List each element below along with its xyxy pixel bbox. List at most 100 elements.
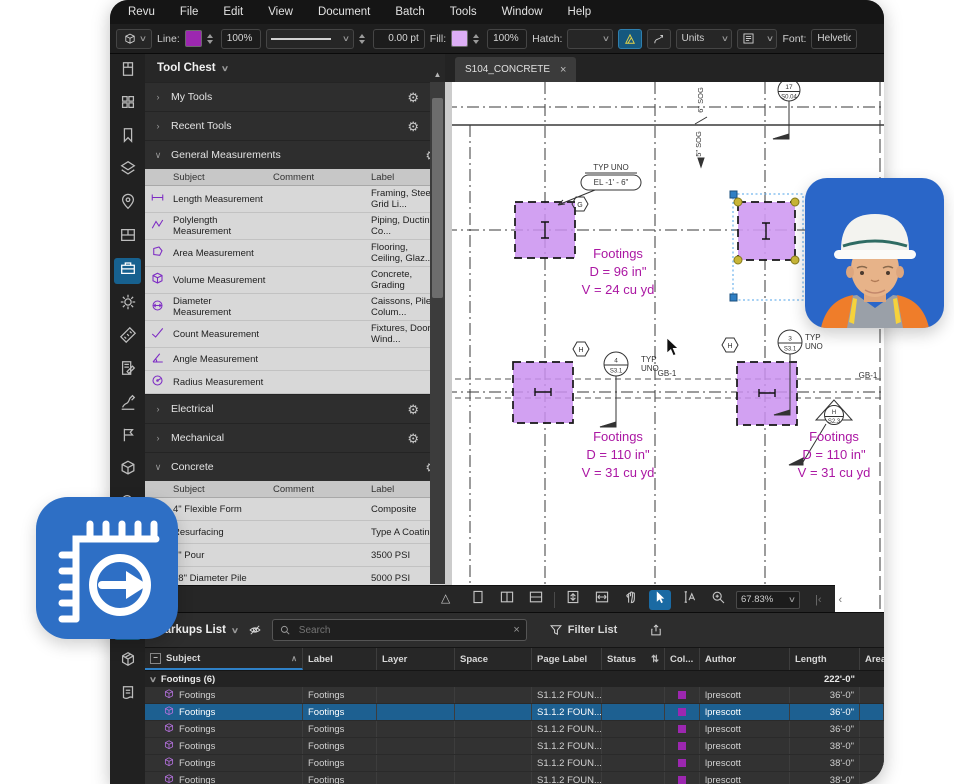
split-horizontal-button[interactable] xyxy=(525,590,547,610)
sidebar-item-bookmarks[interactable] xyxy=(114,125,141,151)
chevron-down-icon[interactable]: ∨ xyxy=(149,675,157,684)
tool-row[interactable]: 4" Flexible FormComposite xyxy=(145,498,445,521)
menu-window[interactable]: Window xyxy=(502,6,543,18)
search-input[interactable] xyxy=(297,624,508,637)
markup-row[interactable]: FootingsFootingsS1.1.2 FOUN...lprescott3… xyxy=(145,721,884,738)
filter-list-button[interactable]: Filter List xyxy=(549,623,618,637)
tool-row[interactable]: Volume MeasurementConcrete, Grading xyxy=(145,267,445,294)
menu-tools[interactable]: Tools xyxy=(450,6,477,18)
pan-hand-button[interactable] xyxy=(620,590,642,610)
tool-row[interactable]: 6" Pour3500 PSI xyxy=(145,544,445,567)
sidebar-item-3d-model[interactable] xyxy=(114,458,141,484)
stroke-width-stepper[interactable] xyxy=(359,34,368,44)
column-header-status[interactable]: Status⇅ xyxy=(602,648,665,670)
markup-row[interactable]: FootingsFootingsS1.1.2 FOUN...lprescott3… xyxy=(145,738,884,755)
gear-icon[interactable]: ⚙ xyxy=(407,91,419,104)
first-page-button[interactable]: |‹ xyxy=(815,594,822,606)
sidebar-item-3d-viewer[interactable] xyxy=(114,648,141,674)
menu-batch[interactable]: Batch xyxy=(395,6,424,18)
column-header-subject[interactable]: −Subject∧ xyxy=(145,648,303,670)
column-header-label[interactable]: Label xyxy=(303,648,377,670)
scroll-up-arrow[interactable]: ▲ xyxy=(430,68,445,82)
section-recent-tools[interactable]: ›Recent Tools⚙› xyxy=(145,111,445,140)
gear-icon[interactable]: ⚙ xyxy=(407,403,419,416)
section-my-tools[interactable]: ›My Tools⚙› xyxy=(145,82,445,111)
split-vertical-button[interactable] xyxy=(496,590,518,610)
clear-search-icon[interactable]: × xyxy=(513,624,519,636)
column-header-area[interactable]: Area xyxy=(860,648,884,670)
close-icon[interactable]: × xyxy=(560,64,566,76)
tab-s104-concrete[interactable]: S104_CONCRETE × xyxy=(455,57,576,82)
fill-color-swatch[interactable] xyxy=(451,30,468,47)
fit-width-button[interactable] xyxy=(591,590,613,610)
menu-edit[interactable]: Edit xyxy=(223,6,243,18)
markups-group-row[interactable]: ∨ Footings (6) 222'-0" xyxy=(145,671,884,687)
section-electrical[interactable]: ›Electrical⚙› xyxy=(145,394,445,423)
current-tool-button[interactable]: ∨ xyxy=(116,29,152,49)
column-header-pagelabel[interactable]: Page Label xyxy=(532,648,602,670)
gear-icon[interactable]: ⚙ xyxy=(407,432,419,445)
sidebar-item-properties[interactable] xyxy=(114,291,141,317)
section-general-measurements[interactable]: ∨General Measurements⚙ xyxy=(145,140,445,169)
previous-page-button[interactable]: ‹ xyxy=(839,594,843,606)
page-single-button[interactable] xyxy=(467,590,489,610)
paragraph-dropdown[interactable]: ∨ xyxy=(737,29,777,49)
panel-splitter[interactable] xyxy=(445,82,452,612)
tool-row[interactable]: Diameter MeasurementCaissons, Piles, Col… xyxy=(145,294,445,321)
tool-chest-header[interactable]: Tool Chest ∨ xyxy=(145,54,445,82)
column-header-layer[interactable]: Layer xyxy=(377,648,455,670)
hatch-dropdown[interactable]: ∨ xyxy=(567,29,613,49)
markup-row[interactable]: FootingsFootingsS1.1.2 FOUN...lprescott3… xyxy=(145,755,884,772)
tool-row[interactable]: Polylength MeasurementPiping, Ducting, C… xyxy=(145,213,445,240)
line-opacity-value[interactable]: 100% xyxy=(221,29,261,49)
tool-row[interactable]: Length MeasurementFraming, Steel, Grid L… xyxy=(145,186,445,213)
stroke-width-value[interactable]: 0.00 pt xyxy=(373,29,425,49)
sidebar-item-flags[interactable] xyxy=(114,424,141,450)
sidebar-item-layers[interactable] xyxy=(114,158,141,184)
scrollbar-thumb[interactable] xyxy=(432,98,443,298)
sidebar-item-forms[interactable] xyxy=(114,682,141,708)
tool-row[interactable]: Radius Measurement xyxy=(145,371,445,394)
line-opacity-stepper[interactable] xyxy=(207,34,216,44)
column-header-author[interactable]: Author xyxy=(700,648,790,670)
fill-opacity-value[interactable]: 100% xyxy=(487,29,527,49)
sidebar-item-tool-chest[interactable] xyxy=(114,258,141,284)
text-select-button[interactable] xyxy=(678,590,700,610)
font-input[interactable] xyxy=(811,29,857,49)
sidebar-item-thumbnails[interactable] xyxy=(114,91,141,117)
column-header-col[interactable]: Col... xyxy=(665,648,700,670)
drawing-canvas[interactable]: TYP UNO EL -1' - 6" G H H 17 S0.04 4 S3.… xyxy=(445,82,884,612)
sidebar-item-signature[interactable] xyxy=(114,391,141,417)
collapse-all-icon[interactable]: − xyxy=(150,653,161,664)
section-mechanical[interactable]: ›Mechanical⚙› xyxy=(145,423,445,452)
sidebar-item-places[interactable] xyxy=(114,191,141,217)
tool-row[interactable]: ResurfacingType A Coating xyxy=(145,521,445,544)
status-filter-icon[interactable]: ⇅ xyxy=(651,654,659,665)
fill-opacity-stepper[interactable] xyxy=(473,34,482,44)
tool-row[interactable]: Count MeasurementFixtures, Doors, Wind..… xyxy=(145,321,445,348)
units-dropdown[interactable]: Units ∨ xyxy=(676,29,732,49)
section-concrete[interactable]: ∨Concrete⚙ xyxy=(145,452,445,481)
gear-icon[interactable]: ⚙ xyxy=(407,120,419,133)
measure-tool-button[interactable] xyxy=(618,29,642,49)
line-color-swatch[interactable] xyxy=(185,30,202,47)
zoom-magnifier-button[interactable] xyxy=(707,590,729,610)
select-arrow-button[interactable] xyxy=(649,590,671,610)
export-button[interactable] xyxy=(649,623,663,637)
menu-revu[interactable]: Revu xyxy=(128,6,155,18)
column-header-space[interactable]: Space xyxy=(455,648,532,670)
zoom-level-field[interactable]: 67.83%∨ xyxy=(736,591,800,609)
sidebar-item-measurements[interactable] xyxy=(114,324,141,350)
tool-row[interactable]: Angle Measurement xyxy=(145,348,445,371)
markup-row[interactable]: FootingsFootingsS1.1.2 FOUN...lprescott3… xyxy=(145,772,884,784)
menu-file[interactable]: File xyxy=(180,6,199,18)
expand-triangle-icon[interactable]: △ xyxy=(441,591,450,605)
menu-document[interactable]: Document xyxy=(318,6,370,18)
column-header-length[interactable]: Length xyxy=(790,648,860,670)
menu-view[interactable]: View xyxy=(268,6,293,18)
sidebar-item-spaces[interactable] xyxy=(114,225,141,251)
sidebar-item-markup-summary[interactable] xyxy=(114,358,141,384)
sidebar-item-file-access[interactable] xyxy=(114,58,141,84)
markup-row[interactable]: FootingsFootingsS1.1.2 FOUN...lprescott3… xyxy=(145,687,884,704)
search-box[interactable]: × xyxy=(272,619,527,641)
